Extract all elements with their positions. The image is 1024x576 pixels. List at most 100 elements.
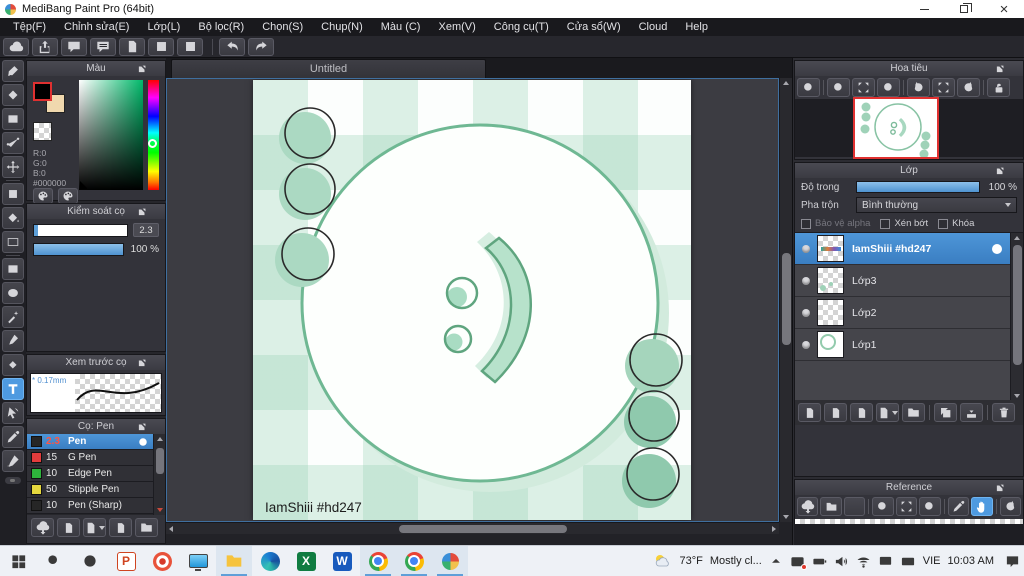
alpha-lock-checkbox[interactable] <box>801 218 811 229</box>
close-icon[interactable] <box>151 358 161 368</box>
menu-select[interactable]: Chọn(S) <box>253 18 312 36</box>
menu-tools[interactable]: Công cụ(T) <box>485 18 558 36</box>
visibility-toggle[interactable] <box>795 308 817 317</box>
document-tab[interactable]: Untitled <box>171 59 486 78</box>
add-brush-button[interactable] <box>57 518 80 537</box>
brush-tool[interactable] <box>2 60 24 82</box>
eyedropper-tool[interactable] <box>2 426 24 448</box>
layer-row-3[interactable]: Lớp3 <box>795 265 1023 297</box>
canvas-viewport[interactable]: IamShiii #hd247 <box>166 78 779 522</box>
start-button[interactable] <box>0 546 36 576</box>
brush-item-pen[interactable]: 2.3 Pen <box>27 434 165 450</box>
restore-button[interactable] <box>944 0 984 18</box>
eraser-tool[interactable] <box>2 84 24 106</box>
clipping-checkbox[interactable] <box>880 218 891 229</box>
reference-cloud-button[interactable] <box>797 497 819 516</box>
rotate-left-button[interactable] <box>907 78 930 97</box>
new-8bit-layer-button[interactable] <box>824 403 847 422</box>
saturation-value-picker[interactable] <box>79 80 143 190</box>
reference-clear-button[interactable] <box>843 497 866 516</box>
scroll-up-arrow[interactable] <box>1014 236 1020 240</box>
visibility-toggle[interactable] <box>795 340 817 349</box>
brush-folder-button[interactable] <box>135 518 158 537</box>
navigator-thumbnail[interactable] <box>853 97 939 159</box>
scrollbar-thumb[interactable] <box>782 253 791 345</box>
add-brush-from-image-button[interactable] <box>83 518 106 537</box>
action-center-icon[interactable] <box>1005 554 1020 569</box>
comment-button[interactable] <box>61 37 87 56</box>
wifi-icon[interactable] <box>856 554 871 569</box>
brush-item-gpen[interactable]: 15 G Pen <box>27 450 165 466</box>
scroll-left-arrow[interactable] <box>169 526 173 532</box>
undo-button[interactable] <box>219 37 245 56</box>
taskbar-edge[interactable] <box>252 546 288 576</box>
scrollbar-thumb[interactable] <box>1013 245 1022 365</box>
layer-row-1[interactable]: Lớp1 <box>795 329 1023 361</box>
cloud-button[interactable] <box>3 37 29 56</box>
reset-rotation-button[interactable] <box>932 78 955 97</box>
menu-help[interactable]: Help <box>676 18 717 36</box>
rotate-right-button[interactable] <box>957 78 980 97</box>
magic-wand-tool[interactable] <box>2 306 24 328</box>
menu-file[interactable]: Tệp(F) <box>4 18 55 36</box>
transparent-swatch[interactable] <box>33 122 52 141</box>
scroll-up-arrow[interactable] <box>783 81 789 85</box>
menu-window[interactable]: Cửa sổ(W) <box>558 18 630 36</box>
brush-settings-gear-icon[interactable] <box>137 436 149 448</box>
battery-icon[interactable] <box>812 554 827 569</box>
select-eraser-tool[interactable] <box>2 354 24 376</box>
tray-expand-chevron-icon[interactable] <box>769 554 783 568</box>
close-icon[interactable] <box>151 207 161 217</box>
close-icon[interactable] <box>1009 166 1019 176</box>
select-pen-tool[interactable] <box>2 330 24 352</box>
duplicate-layer-button[interactable] <box>934 403 957 422</box>
popout-icon[interactable] <box>137 64 147 74</box>
canvas[interactable]: IamShiii #hd247 <box>253 80 691 520</box>
scroll-down-arrow[interactable] <box>1014 394 1020 398</box>
close-icon[interactable] <box>1009 64 1019 74</box>
menu-layer[interactable]: Lớp(L) <box>138 18 189 36</box>
close-icon[interactable] <box>151 422 161 432</box>
redo-button[interactable] <box>248 37 274 56</box>
pen-tool[interactable] <box>2 450 24 472</box>
brush-item-stipplepen[interactable]: 50 Stipple Pen <box>27 482 165 498</box>
gradient-tool[interactable] <box>2 231 24 253</box>
snap-tool[interactable] <box>2 132 24 154</box>
reference-eyedropper-button[interactable] <box>947 497 970 516</box>
minimize-button[interactable] <box>904 0 944 18</box>
hue-slider[interactable] <box>148 80 159 190</box>
menu-color[interactable]: Màu (C) <box>372 18 430 36</box>
scrollbar-thumb[interactable] <box>399 525 567 533</box>
foreground-color-swatch[interactable] <box>33 82 52 101</box>
new-layer-button[interactable] <box>798 403 821 422</box>
shape-tool[interactable] <box>2 108 24 130</box>
taskbar-explorer[interactable] <box>216 546 252 576</box>
merge-layer-button[interactable] <box>960 403 983 422</box>
lock-rotation-button[interactable] <box>987 78 1010 97</box>
popout-icon[interactable] <box>137 422 147 432</box>
menu-cloud[interactable]: Cloud <box>630 18 677 36</box>
scroll-down-arrow[interactable] <box>157 508 163 512</box>
settings-list-button[interactable] <box>148 37 174 56</box>
scroll-right-arrow[interactable] <box>772 526 776 532</box>
scroll-up-arrow[interactable] <box>157 437 163 441</box>
taskbar-chrome-1[interactable] <box>360 546 396 576</box>
comment-list-button[interactable] <box>90 37 116 56</box>
clock[interactable]: 10:03 AM <box>948 555 994 567</box>
brush-item-edgepen[interactable]: 10 Edge Pen <box>27 466 165 482</box>
brush-item-pensharp[interactable]: 10 Pen (Sharp) <box>27 498 165 514</box>
scroll-down-arrow[interactable] <box>783 515 789 519</box>
new-folder-button[interactable] <box>902 403 925 422</box>
taskbar-browser[interactable] <box>144 546 180 576</box>
taskbar-chrome-2[interactable] <box>396 546 432 576</box>
taskbar-display[interactable] <box>180 546 216 576</box>
new-layer-menu-button[interactable] <box>876 403 899 422</box>
visibility-toggle[interactable] <box>795 244 817 253</box>
visibility-toggle[interactable] <box>795 276 817 285</box>
taskbar-medibang[interactable] <box>432 546 468 576</box>
fill-rect-tool[interactable] <box>2 183 24 205</box>
menu-view[interactable]: Xem(V) <box>429 18 484 36</box>
popout-icon[interactable] <box>995 166 1005 176</box>
blend-mode-select[interactable]: Bình thường <box>856 197 1017 213</box>
toolbar-collapse-handle[interactable] <box>5 477 21 484</box>
